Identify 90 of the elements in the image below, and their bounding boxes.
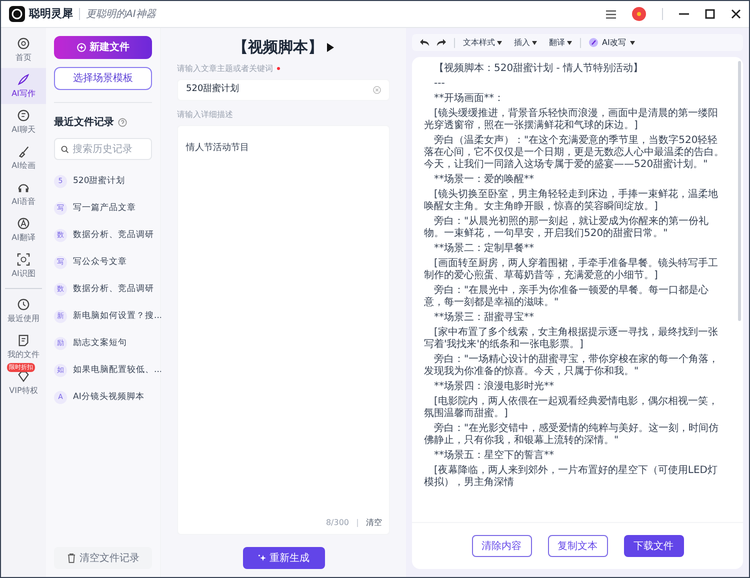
file-icon <box>17 334 30 346</box>
document-paragraph: 旁白："一场精心设计的甜蜜寻宝，带你穿梭在家的每一个角落，发现我为你准备的惊喜。今天，只属于你和我。" <box>424 354 720 378</box>
char-counter: 8/300 <box>326 517 349 529</box>
topic-input[interactable]: 520甜蜜计划 <box>186 82 373 96</box>
file-item[interactable]: 写一篇产品文章 <box>73 202 136 215</box>
nav-item[interactable]: AI识图 <box>1 248 46 284</box>
toolbar-menu[interactable]: 插入 <box>514 36 537 48</box>
file-item[interactable]: 数据分析、竞品调研 <box>73 283 154 296</box>
form-title: 【视频脚本】 <box>233 37 323 58</box>
file-item[interactable]: 520甜蜜计划 <box>73 175 126 188</box>
avatar-icon[interactable] <box>632 7 646 21</box>
file-item[interactable]: 新电脑如何设置？搜... <box>73 310 162 323</box>
nav-item[interactable]: AI翻译 <box>1 212 46 248</box>
document-paragraph: **场景二：定制早餐** <box>433 243 535 255</box>
minimize-icon[interactable] <box>679 13 689 15</box>
scan-icon <box>17 252 30 266</box>
nav-item[interactable]: AI绘画 <box>1 140 46 176</box>
document-paragraph: [电影院内，两人依偎在一起观看经典爱情电影，偶尔相视一笑，氛围温馨而甜蜜。] <box>424 396 719 420</box>
undo-icon[interactable] <box>420 39 429 46</box>
document-paragraph: [镜头切换至卧室，男主角轻轻走到床边，手捧一束鲜花，温柔地唤醒女主角。女主角睁开眼，惊喜的笑容瞬间绽放。] <box>424 189 719 213</box>
brush-icon <box>17 144 30 158</box>
plus-circle-icon <box>76 43 86 52</box>
document-paragraph: 旁白："在晨光中，亲手为你准备一顿爱的早餐。每一口都是心意，每一刻都是幸福的滋味。" <box>424 285 710 309</box>
file-item[interactable]: AI分镜头视频脚本 <box>73 391 144 404</box>
caret-icon <box>567 40 572 44</box>
nav-item[interactable]: 我的文件 <box>1 329 46 365</box>
play-icon[interactable] <box>327 42 334 52</box>
new-file-button[interactable]: 新建文件 <box>54 36 152 59</box>
document-paragraph: [家中布置了多个线索，女主角根据提示逐一寻找，最终找到一张写着'我找来'的纸条和一张电影票。] <box>424 327 719 351</box>
redo-icon[interactable] <box>437 39 446 46</box>
document-paragraph: 旁白："在光影交错中，感受爱情的纯粹与美好。这一刻，时间仿佛静止，只有你我，和银幕上流转的深情。" <box>424 423 720 447</box>
document-paragraph: 【视频脚本：520甜蜜计划 - 情人节特别活动】 <box>433 63 644 75</box>
topic-field[interactable]: 520甜蜜计划 <box>177 78 390 100</box>
menu-icon[interactable] <box>606 10 616 18</box>
template-button[interactable]: 选择场景模板 <box>54 67 152 90</box>
field-label: 请输入文章主题或者关键词 <box>177 62 273 74</box>
pen-icon <box>589 38 598 47</box>
document-paragraph: [画面转至厨房，两人穿着围裙，手牵手准备早餐。镜头特写手工制作的爱心煎蛋、草莓奶昔等，充满爱意的小细节。] <box>424 258 719 282</box>
ai-rewrite-menu[interactable]: AI改写 <box>589 36 635 48</box>
document-paragraph: 旁白："从晨光初照的那一刻起，就让爱成为你醒来的第一份礼物。一束鲜花，一句早安，开启我们520的甜蜜日常。" <box>424 216 710 240</box>
download-button[interactable]: 下载文件 <box>624 535 684 557</box>
search-icon <box>61 144 69 154</box>
document-paragraph: **场景五：星空下的誓言** <box>433 450 555 462</box>
file-item[interactable]: 励志文案短句 <box>73 337 127 350</box>
scrollbar[interactable] <box>738 61 741 321</box>
letter-a-icon <box>17 216 30 230</box>
document-paragraph: 旁白（温柔女声）："在这个充满爱意的季节里，当数字520轻轻落在心间，它不仅仅是一个日期，更是无数恋人心中最温柔的告白。今天，让我们一同踏入这场专属于爱的盛宴——520甜蜜计划。" <box>424 135 725 171</box>
sparkle-icon <box>258 554 266 562</box>
chat-icon <box>17 108 30 122</box>
nav-item[interactable]: AI写作 <box>1 68 46 104</box>
pen-icon <box>17 72 30 86</box>
file-item[interactable]: 如果电脑配置较低、... <box>73 364 162 377</box>
required-mark <box>277 67 280 70</box>
app-name: 聪明灵犀 <box>29 6 73 22</box>
diamond-icon <box>17 370 30 382</box>
trash-icon <box>66 553 76 563</box>
help-icon[interactable] <box>118 118 127 127</box>
nav-item[interactable]: AI语音 <box>1 176 46 212</box>
clear-link[interactable]: 清空 <box>366 517 382 529</box>
toolbar-menu[interactable]: 文本样式 <box>463 36 502 48</box>
nav-item[interactable]: AI聊天 <box>1 104 46 140</box>
field-label: 请输入详细描述 <box>177 108 233 120</box>
document-paragraph: [镜头缓缓推进，背景音乐轻快而浪漫，画面中是清晨的第一缕阳光穿透窗帘，照在一张摆满鲜花和气球的床边。] <box>424 108 719 132</box>
section-title: 最近文件记录 <box>54 116 114 130</box>
app-slogan: 更聪明的AI神器 <box>86 8 156 22</box>
caret-icon <box>630 40 635 44</box>
document-paragraph: **场景一：爱的唤醒** <box>433 174 535 186</box>
nav-item[interactable]: 首页 <box>1 32 46 68</box>
caret-icon <box>497 40 502 44</box>
nav-item[interactable]: 最近使用 <box>1 293 46 329</box>
file-item[interactable]: 数据分析、竞品调研 <box>73 229 154 242</box>
document-paragraph: [夜幕降临，两人来到郊外，一片布置好的星空下（可使用LED灯模拟），男主角深情 <box>424 465 718 489</box>
logo-icon <box>9 6 25 22</box>
document-paragraph: --- <box>433 78 446 90</box>
action-button[interactable]: 复制文本 <box>548 535 608 557</box>
search-input[interactable]: 搜索历史记录 <box>72 142 145 156</box>
file-item[interactable]: 写公众号文章 <box>73 256 127 269</box>
home-icon <box>17 36 30 50</box>
document-paragraph: **开场画面**： <box>433 93 505 105</box>
caret-icon <box>532 40 537 44</box>
clear-records-button[interactable]: 清空文件记录 <box>54 547 152 569</box>
close-icon[interactable] <box>731 9 741 19</box>
toolbar-menu[interactable]: 翻译 <box>549 36 572 48</box>
clock-icon <box>17 298 30 310</box>
document-paragraph: **场景三：甜蜜寻宝** <box>433 312 535 324</box>
maximize-icon[interactable] <box>705 9 715 19</box>
search-field[interactable]: 搜索历史记录 <box>54 138 152 160</box>
regenerate-button[interactable]: 重新生成 <box>242 547 324 569</box>
document-paragraph: **场景四：浪漫电影时光** <box>433 381 555 393</box>
action-button[interactable]: 清除内容 <box>472 535 532 557</box>
